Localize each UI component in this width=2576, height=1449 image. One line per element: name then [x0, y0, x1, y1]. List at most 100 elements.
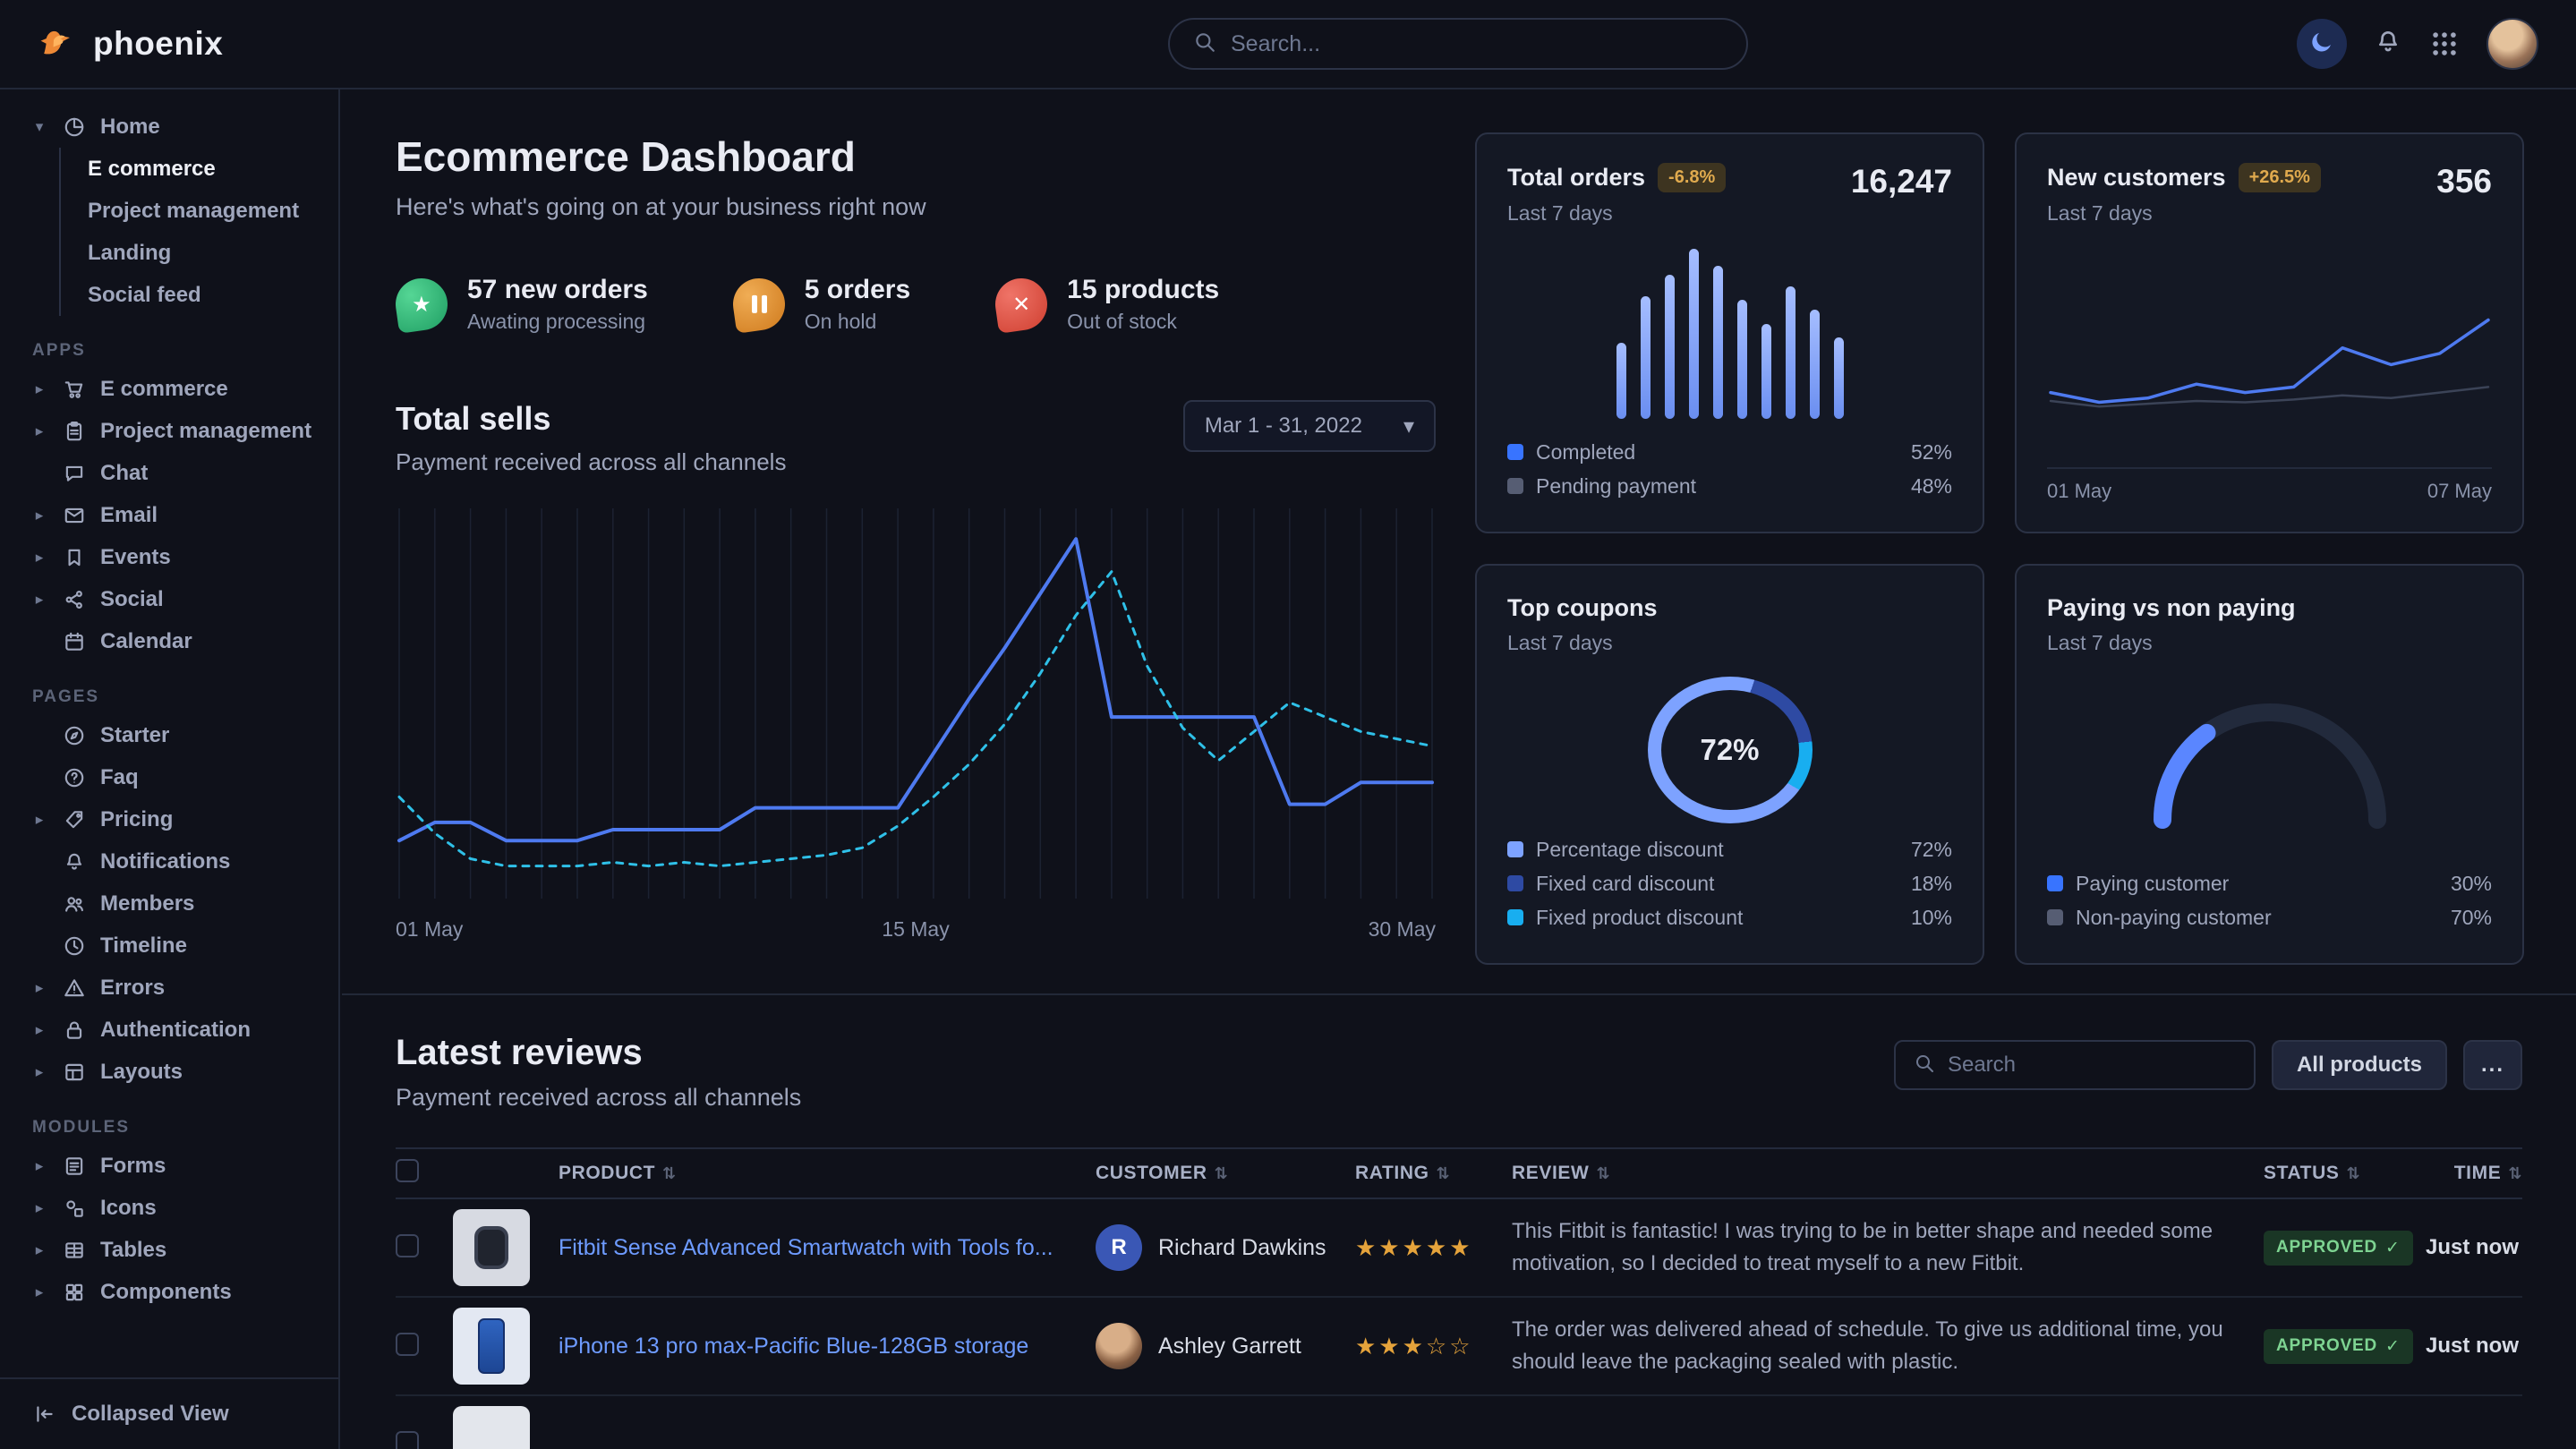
sidebar-item-faq[interactable]: Faq [0, 756, 338, 798]
global-search[interactable] [1168, 18, 1748, 70]
sidebar-item-layouts[interactable]: ▸ Layouts [0, 1051, 338, 1093]
more-options-button[interactable]: ... [2463, 1040, 2522, 1090]
product-image[interactable] [453, 1406, 530, 1449]
order-bar [1641, 296, 1651, 419]
order-bar [1761, 324, 1771, 419]
sidebar-item-members[interactable]: Members [0, 882, 338, 925]
sidebar: ▾ Home E commerce Project management Lan… [0, 89, 340, 1449]
paying-gauge-chart [2047, 686, 2492, 838]
home-submenu: E commerce Project management Landing So… [59, 148, 338, 316]
pie-chart-icon [62, 115, 87, 140]
sort-icon[interactable]: ⇅ [1215, 1164, 1229, 1182]
caret-right-icon: ▸ [30, 811, 48, 829]
sidebar-item-timeline[interactable]: Timeline [0, 925, 338, 967]
sort-icon[interactable]: ⇅ [2346, 1164, 2360, 1182]
sidebar-item-email[interactable]: ▸ Email [0, 494, 338, 536]
sidebar-item-pricing[interactable]: ▸ Pricing [0, 798, 338, 840]
sidebar-section-apps: APPS [0, 341, 338, 361]
chat-bubble-icon [62, 461, 87, 486]
product-image[interactable] [453, 1209, 530, 1286]
sort-icon[interactable]: ⇅ [2508, 1164, 2522, 1182]
order-bar [1665, 275, 1675, 420]
sidebar-item-landing[interactable]: Landing [61, 232, 338, 274]
x-axis-label: 01 May [396, 917, 463, 942]
sidebar-item-project-management-app[interactable]: ▸ Project management [0, 410, 338, 452]
customer-cell[interactable]: Ashley Garrett [1096, 1323, 1355, 1369]
search-input[interactable] [1231, 31, 1723, 57]
x-axis-label: 15 May [882, 917, 949, 942]
top-coupons-card: Top coupons Last 7 days 72% Percentage d… [1475, 564, 1984, 965]
calendar-icon [62, 629, 87, 654]
legend-swatch [1507, 841, 1523, 857]
review-text: This Fitbit is fantastic! I was trying t… [1512, 1215, 2264, 1280]
sidebar-item-forms[interactable]: ▸ Forms [0, 1145, 338, 1187]
row-checkbox[interactable] [396, 1333, 419, 1356]
sidebar-item-label: Home [100, 115, 160, 140]
sidebar-item-notifications[interactable]: Notifications [0, 840, 338, 882]
collapse-sidebar-button[interactable]: Collapsed View [0, 1377, 338, 1449]
caret-right-icon: ▸ [30, 1021, 48, 1039]
reviews-search-input[interactable] [1948, 1053, 2236, 1078]
reviews-search[interactable] [1894, 1040, 2256, 1090]
sidebar-item-icons[interactable]: ▸ Icons [0, 1187, 338, 1229]
sidebar-item-social-feed[interactable]: Social feed [61, 274, 338, 316]
sidebar-item-components[interactable]: ▸ Components [0, 1271, 338, 1313]
reviews-subtitle: Payment received across all channels [396, 1084, 801, 1112]
legend-item: Completed 52% [1507, 435, 1952, 469]
customer-avatar: R [1096, 1224, 1142, 1271]
sidebar-item-authentication[interactable]: ▸ Authentication [0, 1009, 338, 1051]
caret-right-icon: ▸ [30, 507, 48, 524]
bell-icon [62, 849, 87, 874]
theme-toggle-button[interactable] [2297, 19, 2347, 69]
product-link[interactable]: Fitbit Sense Advanced Smartwatch with To… [559, 1233, 1096, 1263]
sidebar-item-calendar[interactable]: Calendar [0, 620, 338, 662]
total-orders-card: Total orders -6.8% Last 7 days 16,247 Co… [1475, 132, 1984, 533]
sidebar-item-ecommerce-app[interactable]: ▸ E commerce [0, 368, 338, 410]
user-avatar[interactable] [2486, 18, 2538, 70]
page-subtitle: Here's what's going on at your business … [396, 193, 1436, 221]
caret-right-icon: ▸ [30, 979, 48, 997]
sidebar-item-ecommerce-dashboard[interactable]: E commerce [61, 148, 338, 190]
notifications-button[interactable] [2374, 28, 2402, 61]
all-products-button[interactable]: All products [2272, 1040, 2447, 1090]
sidebar-item-starter[interactable]: Starter [0, 714, 338, 756]
dashboard-left-column: Ecommerce Dashboard Here's what's going … [396, 132, 1436, 965]
review-time: Just now [2426, 1235, 2522, 1260]
check-icon: ✓ [2385, 1336, 2401, 1357]
clipboard-icon [62, 419, 87, 444]
sort-icon[interactable]: ⇅ [662, 1164, 677, 1182]
customer-cell[interactable]: R Richard Dawkins [1096, 1224, 1355, 1271]
question-circle-icon [62, 765, 87, 790]
sidebar-section-pages: PAGES [0, 687, 338, 707]
new-customers-value: 356 [2436, 163, 2492, 200]
product-image[interactable] [453, 1308, 530, 1385]
sort-icon[interactable]: ⇅ [1437, 1164, 1451, 1182]
orders-bar-chart [1616, 249, 1844, 419]
caret-right-icon: ▸ [30, 1241, 48, 1259]
sidebar-item-social[interactable]: ▸ Social [0, 578, 338, 620]
date-range-select[interactable]: Mar 1 - 31, 2022 ▾ [1183, 400, 1436, 452]
sidebar-item-chat[interactable]: Chat [0, 452, 338, 494]
select-all-checkbox[interactable] [396, 1159, 419, 1182]
sidebar-item-events[interactable]: ▸ Events [0, 536, 338, 578]
search-icon [1193, 30, 1216, 58]
row-checkbox[interactable] [396, 1234, 419, 1257]
top-navbar: phoenix [0, 0, 2576, 89]
brand[interactable]: phoenix [38, 21, 223, 67]
total-sells-chart: 01 May 15 May 30 May [396, 507, 1436, 942]
coupons-donut-chart: 72% [1648, 677, 1813, 823]
sidebar-item-errors[interactable]: ▸ Errors [0, 967, 338, 1009]
apps-grid-icon [2429, 29, 2460, 59]
product-link[interactable]: iPhone 13 pro max-Pacific Blue-128GB sto… [559, 1332, 1096, 1361]
sidebar-item-tables[interactable]: ▸ Tables [0, 1229, 338, 1271]
cross-icon: ✕ [992, 275, 1051, 334]
customer-avatar [1096, 1323, 1142, 1369]
apps-menu-button[interactable] [2429, 29, 2460, 59]
row-checkbox[interactable] [396, 1431, 419, 1449]
caret-down-icon: ▾ [30, 118, 48, 136]
sort-icon[interactable]: ⇅ [1596, 1164, 1610, 1182]
donut-center-value: 72% [1648, 677, 1813, 823]
sidebar-item-home[interactable]: ▾ Home [0, 106, 338, 148]
share-icon [62, 587, 87, 612]
sidebar-item-project-management-dashboard[interactable]: Project management [61, 190, 338, 232]
